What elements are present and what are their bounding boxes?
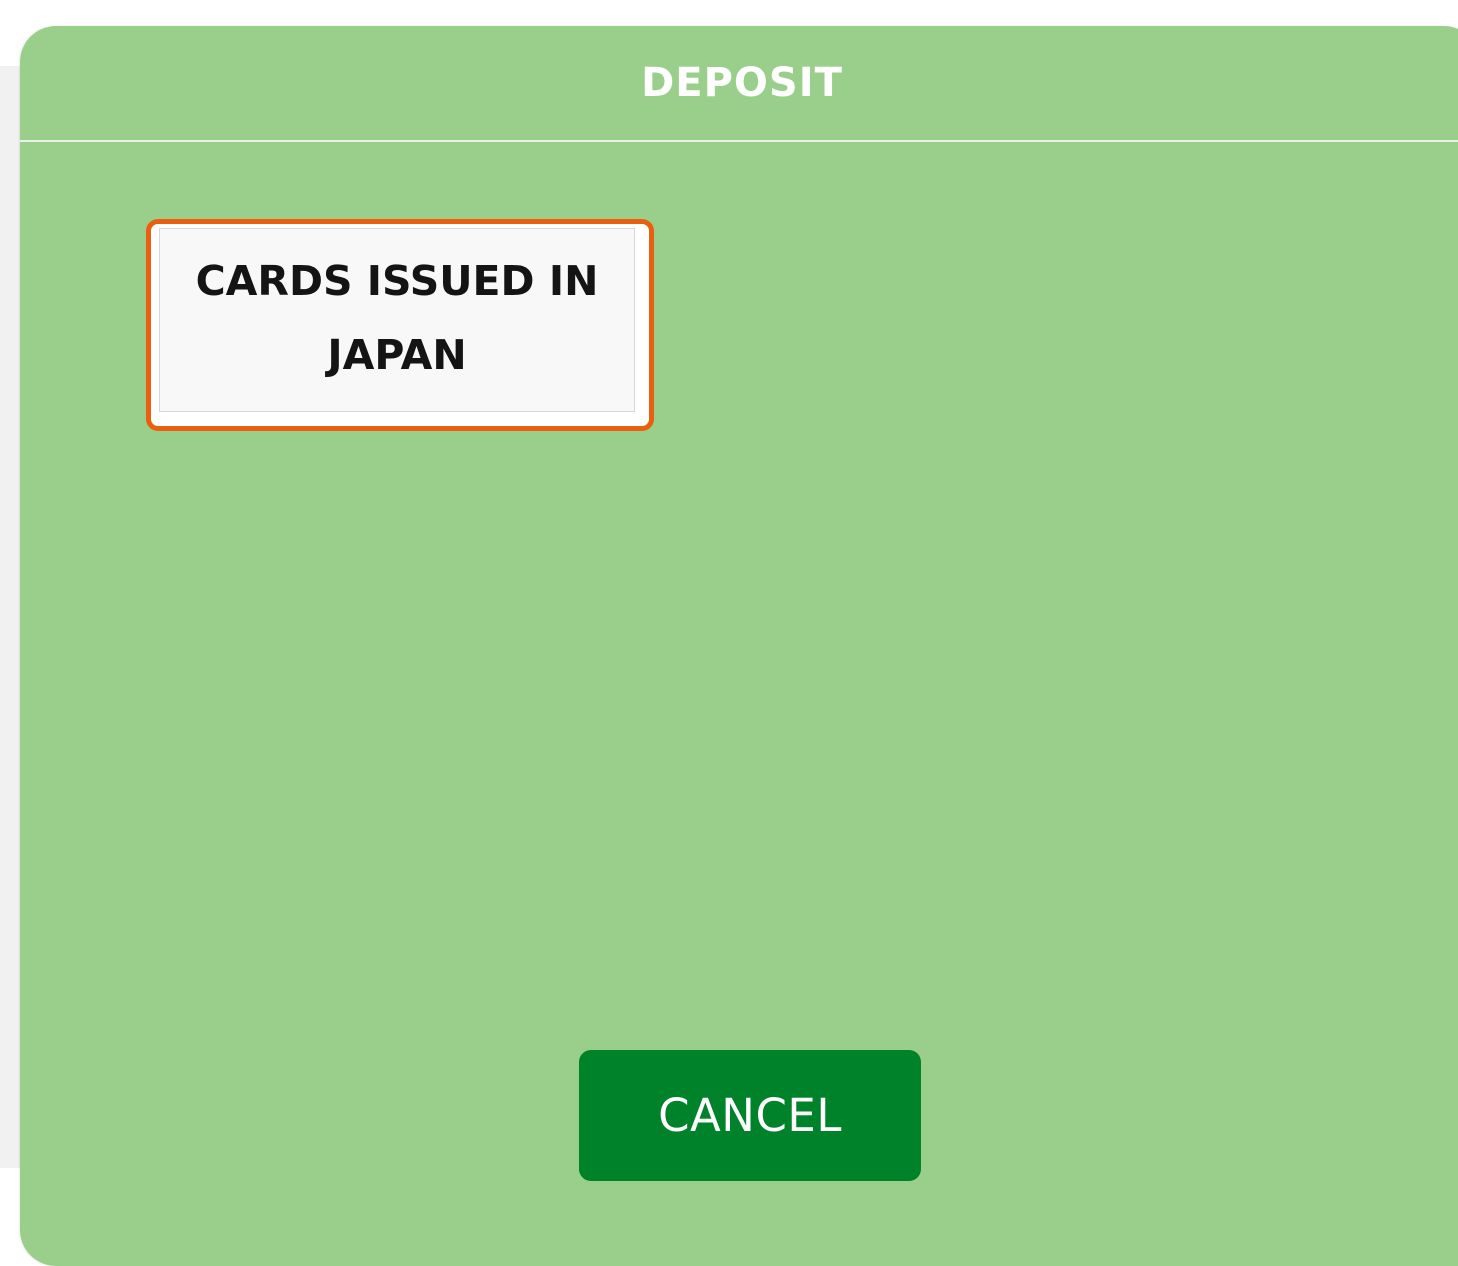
- payment-option-label: CARDS ISSUED IN JAPAN: [195, 257, 599, 379]
- payment-option-inner: CARDS ISSUED IN JAPAN: [159, 228, 635, 412]
- cancel-button-label: CANCEL: [658, 1089, 842, 1142]
- modal-title: DEPOSIT: [641, 60, 843, 106]
- cancel-button[interactable]: CANCEL: [579, 1050, 921, 1181]
- payment-option-cards-issued-in-japan[interactable]: CARDS ISSUED IN JAPAN: [146, 219, 654, 431]
- modal-header: DEPOSIT: [20, 26, 1458, 142]
- deposit-modal: DEPOSIT CARDS ISSUED IN JAPAN CANCEL: [20, 26, 1458, 1266]
